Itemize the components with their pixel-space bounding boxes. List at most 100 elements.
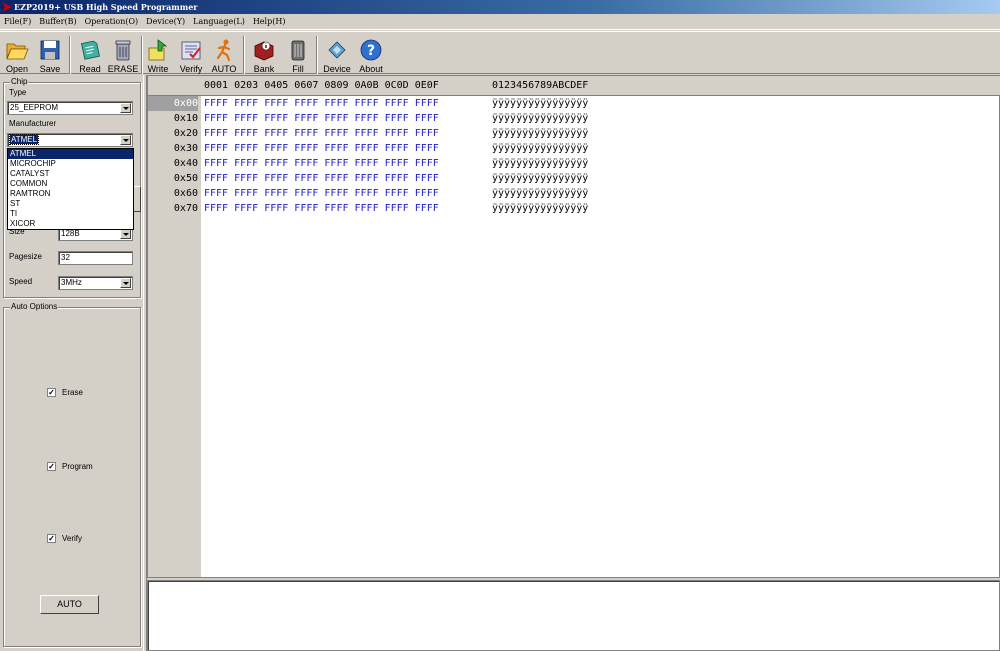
hex-row[interactable]: 0x70 FFFF FFFF FFFF FFFF FFFF FFFF FFFF … xyxy=(148,201,1000,216)
save-button[interactable]: Save xyxy=(36,34,64,74)
auto-toolbar-button[interactable]: AUTO xyxy=(209,34,239,74)
erase-checkbox[interactable]: ✓ xyxy=(47,388,56,397)
toolbar: Open Save Read ERASE Write Verify AUTO B… xyxy=(0,31,1000,74)
manufacturer-option[interactable]: ATMEL xyxy=(8,149,133,159)
folder-open-icon xyxy=(6,43,29,60)
row-bytes[interactable]: FFFF FFFF FFFF FFFF FFFF FFFF FFFF FFFF xyxy=(204,141,439,156)
about-button[interactable]: ? About xyxy=(356,34,386,74)
chevron-down-icon[interactable] xyxy=(120,278,131,288)
row-address: 0x40 xyxy=(173,158,198,169)
menu-device[interactable]: Device(Y) xyxy=(146,17,185,26)
erase-checkbox-label: Erase xyxy=(62,388,83,397)
chevron-down-icon[interactable] xyxy=(120,103,131,113)
hex-row[interactable]: 0x60 FFFF FFFF FFFF FFFF FFFF FFFF FFFF … xyxy=(148,186,1000,201)
manufacturer-option[interactable]: ST xyxy=(8,199,133,209)
row-ascii[interactable]: ÿÿÿÿÿÿÿÿÿÿÿÿÿÿÿÿ xyxy=(492,111,588,126)
hex-row[interactable]: 0x50 FFFF FFFF FFFF FFFF FFFF FFFF FFFF … xyxy=(148,171,1000,186)
write-button[interactable]: Write xyxy=(144,34,172,74)
row-bytes[interactable]: FFFF FFFF FFFF FFFF FFFF FFFF FFFF FFFF xyxy=(204,171,439,186)
row-ascii[interactable]: ÿÿÿÿÿÿÿÿÿÿÿÿÿÿÿÿ xyxy=(492,171,588,186)
row-address: 0x60 xyxy=(173,188,198,199)
manufacturer-option[interactable]: CATALYST xyxy=(8,169,133,179)
verify-checkbox[interactable]: ✓ xyxy=(47,534,56,543)
speed-select[interactable]: 3MHz xyxy=(58,276,133,290)
program-checkbox-row[interactable]: ✓ Program xyxy=(47,462,93,471)
help-question-icon: ? xyxy=(360,39,382,61)
row-address: 0x20 xyxy=(173,128,198,139)
read-button[interactable]: Read xyxy=(75,34,105,74)
chevron-down-icon[interactable] xyxy=(120,229,131,239)
row-bytes[interactable]: FFFF FFFF FFFF FFFF FFFF FFFF FFFF FFFF xyxy=(204,186,439,201)
hex-row[interactable]: 0x00 FFFF FFFF FFFF FFFF FFFF FFFF FFFF … xyxy=(148,96,1000,111)
erase-checkbox-row[interactable]: ✓ Erase xyxy=(47,388,83,397)
hex-editor[interactable]: 0001 0203 0405 0607 0809 0A0B 0C0D 0E0F … xyxy=(147,75,1000,578)
ascii-column-header: 0123456789ABCDEF xyxy=(492,80,589,91)
toolbar-separator xyxy=(316,36,318,74)
auto-toolbar-label: AUTO xyxy=(211,64,237,74)
hex-row[interactable]: 0x10 FFFF FFFF FFFF FFFF FFFF FFFF FFFF … xyxy=(148,111,1000,126)
save-label: Save xyxy=(39,64,61,74)
row-bytes[interactable]: FFFF FFFF FFFF FFFF FFFF FFFF FFFF FFFF xyxy=(204,156,439,171)
row-address: 0x10 xyxy=(173,113,198,124)
row-bytes[interactable]: FFFF FFFF FFFF FFFF FFFF FFFF FFFF FFFF xyxy=(204,96,439,111)
hex-row[interactable]: 0x20 FFFF FFFF FFFF FFFF FFFF FFFF FFFF … xyxy=(148,126,1000,141)
hex-row[interactable]: 0x40 FFFF FFFF FFFF FFFF FFFF FFFF FFFF … xyxy=(148,156,1000,171)
verify-checkbox-row[interactable]: ✓ Verify xyxy=(47,534,82,543)
manufacturer-option[interactable]: COMMON xyxy=(8,179,133,189)
program-checkbox[interactable]: ✓ xyxy=(47,462,56,471)
verify-checkbox-label: Verify xyxy=(62,534,83,543)
title-bar: EZP2019+ USB High Speed Programmer xyxy=(0,0,1000,14)
device-select-button[interactable] xyxy=(133,186,141,212)
menu-language[interactable]: Language(L) xyxy=(193,17,245,26)
manufacturer-select[interactable]: ATMEL xyxy=(7,133,133,147)
chip-group-title: Chip xyxy=(10,77,29,87)
running-man-icon xyxy=(216,39,231,62)
log-output[interactable] xyxy=(147,580,1000,651)
menu-operation[interactable]: Operation(O) xyxy=(85,17,139,26)
bucket-icon xyxy=(291,40,305,61)
manufacturer-option[interactable]: RAMTRON xyxy=(8,189,133,199)
manufacturer-option[interactable]: MICROCHIP xyxy=(8,159,133,169)
chevron-down-icon[interactable] xyxy=(120,135,131,145)
row-ascii[interactable]: ÿÿÿÿÿÿÿÿÿÿÿÿÿÿÿÿ xyxy=(492,126,588,141)
hex-row[interactable]: 0x30 FFFF FFFF FFFF FFFF FFFF FFFF FFFF … xyxy=(148,141,1000,156)
menu-buffer[interactable]: Buffer(B) xyxy=(39,17,76,26)
erase-button[interactable]: ERASE xyxy=(107,34,139,74)
pagesize-field[interactable]: 32 xyxy=(58,251,133,265)
menu-file[interactable]: File(F) xyxy=(4,17,31,26)
device-chip-icon xyxy=(328,41,346,59)
row-ascii[interactable]: ÿÿÿÿÿÿÿÿÿÿÿÿÿÿÿÿ xyxy=(492,201,588,216)
manufacturer-value: ATMEL xyxy=(8,134,40,145)
hex-header: 0001 0203 0405 0607 0809 0A0B 0C0D 0E0F … xyxy=(148,76,1000,96)
manufacturer-label: Manufacturer xyxy=(9,119,57,128)
row-address: 0x50 xyxy=(173,173,198,184)
open-button[interactable]: Open xyxy=(3,34,31,74)
row-bytes[interactable]: FFFF FFFF FFFF FFFF FFFF FFFF FFFF FFFF xyxy=(204,201,439,216)
row-address: 0x30 xyxy=(173,143,198,154)
device-button[interactable]: Device xyxy=(322,34,352,74)
bank-label: Bank xyxy=(253,64,275,74)
manufacturer-option[interactable]: XICOR xyxy=(8,219,133,229)
row-ascii[interactable]: ÿÿÿÿÿÿÿÿÿÿÿÿÿÿÿÿ xyxy=(492,141,588,156)
type-value: 25_EEPROM xyxy=(10,103,59,112)
type-select[interactable]: 25_EEPROM xyxy=(7,101,133,115)
svg-text:?: ? xyxy=(367,43,375,59)
fill-button[interactable]: Fill xyxy=(284,34,312,74)
bank-button[interactable]: Bank xyxy=(249,34,279,74)
manufacturer-option[interactable]: TI xyxy=(8,209,133,219)
pagesize-label: Pagesize xyxy=(9,252,42,261)
speed-label: Speed xyxy=(9,277,33,286)
toolbar-separator xyxy=(141,36,143,74)
row-bytes[interactable]: FFFF FFFF FFFF FFFF FFFF FFFF FFFF FFFF xyxy=(204,111,439,126)
verify-button[interactable]: Verify xyxy=(176,34,206,74)
about-label: About xyxy=(359,64,383,74)
trash-can-icon xyxy=(115,40,131,61)
auto-run-button[interactable]: AUTO xyxy=(40,595,99,614)
type-label: Type xyxy=(9,88,27,97)
row-bytes[interactable]: FFFF FFFF FFFF FFFF FFFF FFFF FFFF FFFF xyxy=(204,126,439,141)
menu-help[interactable]: Help(H) xyxy=(253,17,286,26)
row-ascii[interactable]: ÿÿÿÿÿÿÿÿÿÿÿÿÿÿÿÿ xyxy=(492,156,588,171)
row-ascii[interactable]: ÿÿÿÿÿÿÿÿÿÿÿÿÿÿÿÿ xyxy=(492,186,588,201)
row-ascii[interactable]: ÿÿÿÿÿÿÿÿÿÿÿÿÿÿÿÿ xyxy=(492,96,588,111)
write-arrow-icon xyxy=(148,39,168,61)
